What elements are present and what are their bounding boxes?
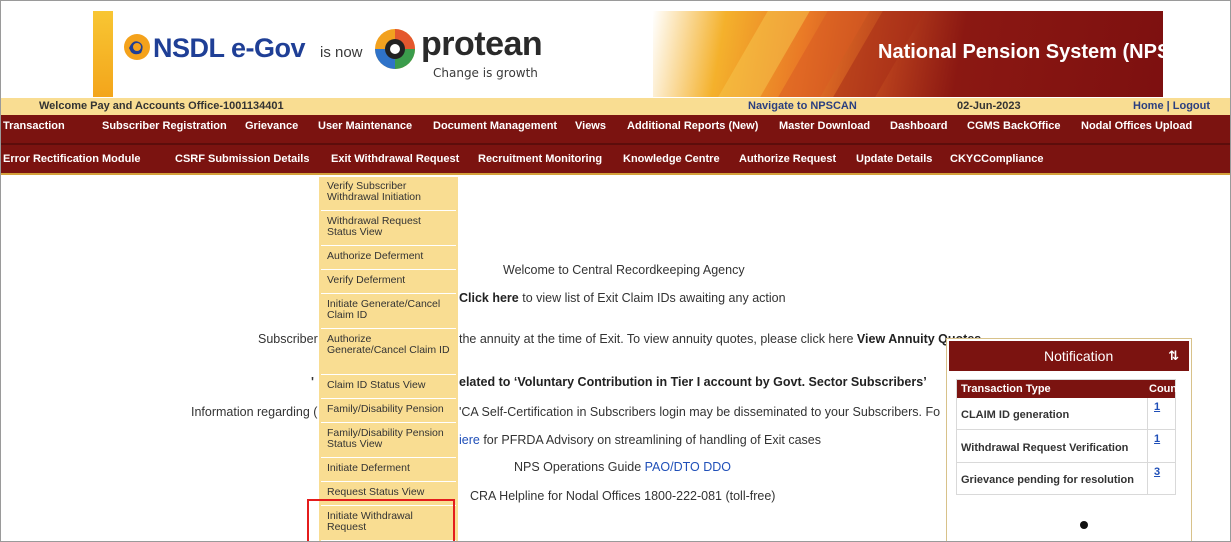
ops-guide-line: NPS Operations Guide PAO/DTO DDO: [514, 460, 731, 474]
header-banner: NSDL e-Gov is now protean Change is grow…: [93, 11, 1163, 97]
dd-family-disability-pension-status[interactable]: Family/Disability Pension Status View: [321, 426, 456, 458]
ops-guide-text: NPS Operations Guide: [514, 460, 642, 474]
dd-verify-deferment[interactable]: Verify Deferment: [321, 273, 456, 294]
main-menu-row-1: Transaction Subscriber Registration Grie…: [1, 115, 1230, 143]
table-row-count-link[interactable]: 1: [1147, 398, 1175, 430]
nsdl-logo-icon: [124, 34, 150, 60]
protean-tagline: Change is growth: [433, 66, 538, 80]
info-prefix: Information regarding (: [191, 405, 318, 419]
table-row-count-link[interactable]: 1: [1147, 430, 1175, 463]
click-here-link[interactable]: Click here: [459, 291, 519, 305]
menu-subscriber-registration[interactable]: Subscriber Registration: [102, 120, 227, 132]
banner-accent: [93, 11, 113, 97]
voluntary-contribution-text: elated to ‘Voluntary Contribution in Tie…: [459, 375, 927, 389]
table-row-type: CLAIM ID generation: [957, 398, 1147, 430]
menu-authorize-request[interactable]: Authorize Request: [739, 153, 836, 165]
menu-underline: [1, 173, 1230, 175]
col-count: Count: [1147, 380, 1181, 398]
system-title: National Pension System (NPS): [878, 41, 1163, 63]
pfrda-link[interactable]: iere: [459, 433, 480, 447]
protean-logo-text: protean: [421, 25, 543, 63]
notification-title: Notification: [1044, 348, 1114, 364]
welcome-cra-text: Welcome to Central Recordkeeping Agency: [503, 263, 745, 277]
notification-panel: Notification ⇅ Transaction Type Count CL…: [946, 338, 1192, 541]
home-logout-links[interactable]: Home | Logout: [1133, 100, 1210, 112]
annuity-text: the annuity at the time of Exit. To view…: [459, 332, 854, 346]
page-frame: NSDL e-Gov is now protean Change is grow…: [0, 0, 1231, 542]
table-row-count-link[interactable]: 3: [1147, 463, 1175, 495]
exit-claim-text: to view list of Exit Claim IDs awaiting …: [522, 291, 786, 305]
menu-cgms-backoffice[interactable]: CGMS BackOffice: [967, 120, 1061, 132]
menu-recruitment-monitoring[interactable]: Recruitment Monitoring: [478, 153, 602, 165]
nsdl-logo-text: NSDL e-Gov: [153, 33, 306, 63]
main-menu-row-2: Error Rectification Module CSRF Submissi…: [1, 143, 1230, 173]
menu-ckyc-compliance[interactable]: CKYCCompliance: [950, 153, 1044, 165]
table-row-type: Withdrawal Request Verification: [957, 430, 1147, 463]
menu-transaction[interactable]: Transaction: [3, 120, 65, 132]
highlight-box: [307, 499, 455, 541]
menu-exit-withdrawal-request[interactable]: Exit Withdrawal Request: [331, 153, 459, 165]
dd-initiate-deferment[interactable]: Initiate Deferment: [321, 461, 456, 482]
notification-table: Transaction Type Count CLAIM ID generati…: [956, 379, 1181, 495]
menu-additional-reports[interactable]: Additional Reports (New): [627, 120, 758, 132]
dd-withdrawal-request-status[interactable]: Withdrawal Request Status View: [321, 214, 456, 246]
pfrda-text: for PFRDA Advisory on streamlining of ha…: [483, 433, 821, 447]
dd-initiate-generate-cancel-claim[interactable]: Initiate Generate/Cancel Claim ID: [321, 297, 456, 329]
menu-grievance[interactable]: Grievance: [245, 120, 298, 132]
menu-csrf-submission[interactable]: CSRF Submission Details: [175, 153, 309, 165]
carousel-dot[interactable]: [1080, 521, 1088, 529]
navigate-npscan-link[interactable]: Navigate to NPSCAN: [748, 100, 857, 112]
table-row-type: Grievance pending for resolution: [957, 463, 1147, 495]
dd-claim-id-status-view[interactable]: Claim ID Status View: [321, 378, 456, 399]
menu-master-download[interactable]: Master Download: [779, 120, 870, 132]
pfrda-line: iere for PFRDA Advisory on streamlining …: [459, 433, 821, 447]
pao-dto-ddo-link[interactable]: PAO/DTO DDO: [645, 460, 731, 474]
is-now-text: is now: [320, 44, 363, 61]
dd-family-disability-pension[interactable]: Family/Disability Pension: [321, 402, 456, 423]
dd-verify-subscriber-withdrawal[interactable]: Verify Subscriber Withdrawal Initiation: [321, 179, 456, 211]
annuity-line: the annuity at the time of Exit. To view…: [459, 332, 981, 346]
self-certification-text: 'CA Self-Certification in Subscribers lo…: [459, 405, 941, 419]
sort-icon[interactable]: ⇅: [1168, 348, 1179, 364]
col-transaction-type: Transaction Type: [957, 380, 1147, 398]
protean-logo-icon: [375, 29, 415, 69]
menu-nodal-offices-upload[interactable]: Nodal Offices Upload: [1081, 120, 1192, 132]
menu-user-maintenance[interactable]: User Maintenance: [318, 120, 412, 132]
welcome-text: Welcome Pay and Accounts Office-10011344…: [39, 100, 284, 112]
dd-authorize-generate-cancel-claim[interactable]: Authorize Generate/Cancel Claim ID: [321, 332, 456, 375]
menu-document-management[interactable]: Document Management: [433, 120, 557, 132]
menu-error-rectification[interactable]: Error Rectification Module: [3, 153, 141, 165]
menu-views[interactable]: Views: [575, 120, 606, 132]
menu-update-details[interactable]: Update Details: [856, 153, 932, 165]
menu-knowledge-centre[interactable]: Knowledge Centre: [623, 153, 720, 165]
helpline-text: CRA Helpline for Nodal Offices 1800-222-…: [470, 489, 776, 503]
current-date: 02-Jun-2023: [957, 100, 1021, 112]
exit-withdrawal-dropdown: Verify Subscriber Withdrawal Initiation …: [319, 177, 458, 541]
menu-dashboard[interactable]: Dashboard: [890, 120, 947, 132]
voluntary-prefix: ': [311, 375, 314, 389]
exit-claim-line: Click here to view list of Exit Claim ID…: [459, 291, 786, 305]
info-bar: Welcome Pay and Accounts Office-10011344…: [1, 98, 1230, 115]
annuity-prefix: Subscriber: [258, 332, 318, 346]
dd-authorize-deferment[interactable]: Authorize Deferment: [321, 249, 456, 270]
notification-header: Notification ⇅: [949, 341, 1189, 371]
